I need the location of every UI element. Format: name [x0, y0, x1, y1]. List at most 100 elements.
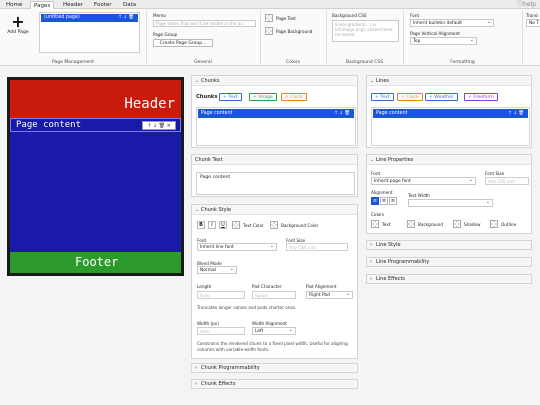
line-list-item[interactable]: Page content ↑ ↓ 🗑 [373, 109, 528, 118]
line-shadow-color-swatch[interactable] [453, 220, 461, 228]
underline-button[interactable]: U [219, 221, 227, 229]
chunk-item-actions-icon[interactable]: ↑ ↓ 🗑 [334, 109, 350, 118]
width-alignment-label: Width Alignment [252, 321, 287, 326]
page-list-item[interactable]: (untitled page) ↑ ↓ 🗑 [41, 14, 138, 22]
group-page-management: Page Management [52, 60, 94, 65]
page-background-label: Page Background [276, 29, 313, 34]
text-color-label: Text Color [243, 223, 264, 228]
line-properties-header[interactable]: ⌄ Line Properties [367, 155, 531, 165]
pad-alignment-label: Pad Alignment [306, 284, 337, 289]
vertical-alignment-select[interactable]: Top [410, 37, 477, 45]
add-freeform-line-button[interactable]: + Freeform [464, 93, 498, 101]
line-font-size-input[interactable]: Any CSS unit [485, 177, 529, 185]
menu-tab-bar: Home Pages Header Footer Data ⓘhelp [0, 0, 540, 9]
memo-input[interactable]: Page notes that won't be visible in the … [153, 20, 256, 27]
text-width-label: Text Width [408, 193, 430, 198]
line-outline-color-swatch[interactable] [490, 220, 498, 228]
width-input[interactable]: Auto [197, 327, 245, 335]
chunk-programmability-panel[interactable]: › Chunk Programmability [191, 363, 358, 373]
line-text-color-swatch[interactable] [371, 220, 379, 228]
chunks-heading: Chunks [196, 94, 218, 100]
chunk-item-label: Page content [201, 111, 233, 116]
chunk-font-size-input[interactable]: Any CSS unit [286, 243, 348, 251]
background-color-swatch[interactable] [270, 221, 278, 229]
text-width-select[interactable] [408, 199, 493, 207]
bold-button[interactable]: B [197, 221, 205, 229]
chunks-panel-header[interactable]: ⌄ Chunks [192, 76, 357, 86]
chunk-effects-panel[interactable]: › Chunk Effects [191, 379, 358, 389]
add-weather-line-button[interactable]: + Weather [425, 93, 458, 101]
preview-footer-text: Footer [75, 255, 119, 269]
line-programmability-panel[interactable]: › Line Programmability [366, 257, 532, 267]
font-select[interactable]: Inherit bulletin default [410, 19, 494, 27]
chevron-right-icon: › [195, 381, 197, 387]
line-outline-color-label: Outline [501, 222, 517, 227]
chunk-text-panel: Chunk Text Page content [191, 154, 358, 197]
tab-home[interactable]: Home [3, 1, 25, 9]
align-right-icon[interactable]: ≡ [389, 197, 397, 205]
chunk-list-item[interactable]: Page content ↑ ↓ 🗑 [198, 109, 354, 118]
add-text-line-button[interactable]: + Text [371, 93, 394, 101]
preview-header-text: Header [124, 96, 175, 112]
chunk-programmability-title: Chunk Programmability [201, 365, 260, 371]
italic-button[interactable]: I [208, 221, 216, 229]
lines-panel: ⌄ Lines + Text + Clock + Weather + Freefo… [366, 75, 532, 148]
line-properties-title: Line Properties [376, 157, 414, 163]
help-label: help [523, 1, 536, 8]
group-formatting: Formatting [450, 60, 475, 65]
line-effects-panel[interactable]: › Line Effects [366, 274, 532, 284]
chunks-title: Chunks [201, 78, 220, 84]
line-background-color-swatch[interactable] [407, 220, 415, 228]
line-font-select[interactable]: Inherit page font [371, 177, 476, 185]
group-colors: Colors [285, 60, 301, 65]
line-item-actions-icon[interactable]: ↑ ↓ 🗑 [508, 109, 524, 118]
create-page-group-button[interactable]: Create Page Group... [153, 39, 213, 47]
chunk-style-title: Chunk Style [201, 207, 232, 213]
chunk-font-select[interactable]: Inherit line font [197, 243, 277, 251]
tab-header[interactable]: Header [60, 1, 86, 9]
line-shadow-color-label: Shadow [464, 222, 481, 227]
add-image-chunk-button[interactable]: + Image [249, 93, 277, 101]
background-css-input[interactable]: linear-gradient(...) or url(image.png); … [332, 20, 399, 42]
preview-line-tools[interactable]: ↑ ↓ 🗑 ✕ [142, 121, 176, 130]
width-alignment-select[interactable]: Left [252, 327, 296, 335]
tab-pages[interactable]: Pages [30, 1, 55, 9]
transition-label: Transi [526, 13, 539, 18]
chevron-right-icon: › [370, 259, 372, 265]
length-input[interactable]: Auto [197, 291, 245, 299]
tab-footer[interactable]: Footer [91, 1, 115, 9]
text-color-swatch[interactable] [232, 221, 240, 229]
align-left-icon[interactable]: ≡ [371, 197, 379, 205]
add-clock-line-button[interactable]: + Clock [397, 93, 423, 101]
page-group-label: Page Group [153, 32, 178, 37]
add-text-chunk-button[interactable]: + Text [219, 93, 242, 101]
preview-header[interactable]: Header [10, 80, 181, 118]
lines-panel-header[interactable]: ⌄ Lines [367, 76, 531, 86]
line-background-color-label: Background [418, 222, 443, 227]
pad-character-input[interactable]: Space [252, 291, 296, 299]
preview-content-line[interactable]: Page content ↑ ↓ 🗑 ✕ [10, 118, 181, 132]
line-style-panel[interactable]: › Line Style [366, 240, 532, 250]
help-button[interactable]: ⓘhelp [517, 0, 536, 9]
line-text-color-label: Text [382, 222, 391, 227]
transition-select[interactable]: No T [526, 19, 540, 27]
chunk-style-panel: ⌄ Chunk Style B I U Text Color Background… [191, 204, 358, 359]
line-colors-label: Colors [371, 212, 385, 217]
chevron-right-icon: › [370, 242, 372, 248]
pad-alignment-select[interactable]: Right Pad [306, 291, 353, 299]
page-item-actions-icon[interactable]: ↑ ↓ 🗑 [118, 14, 134, 22]
blend-mode-select[interactable]: Normal [197, 266, 237, 274]
chunk-text-input[interactable]: Page content [196, 172, 355, 195]
add-page-button[interactable]: + Add Page [4, 14, 32, 45]
separator [146, 11, 147, 65]
page-background-color-swatch[interactable] [265, 27, 273, 35]
preview-body[interactable]: Page content ↑ ↓ 🗑 ✕ [10, 118, 181, 252]
pad-character-label: Pad Character [252, 284, 282, 289]
chunk-style-header[interactable]: ⌄ Chunk Style [192, 205, 357, 215]
page-text-color-swatch[interactable] [265, 14, 273, 22]
align-center-icon[interactable]: ≡ [380, 197, 388, 205]
preview-footer[interactable]: Footer [10, 252, 181, 273]
add-clock-chunk-button[interactable]: + Clock [281, 93, 307, 101]
line-list: Page content ↑ ↓ 🗑 [371, 107, 530, 146]
tab-data[interactable]: Data [120, 1, 139, 9]
